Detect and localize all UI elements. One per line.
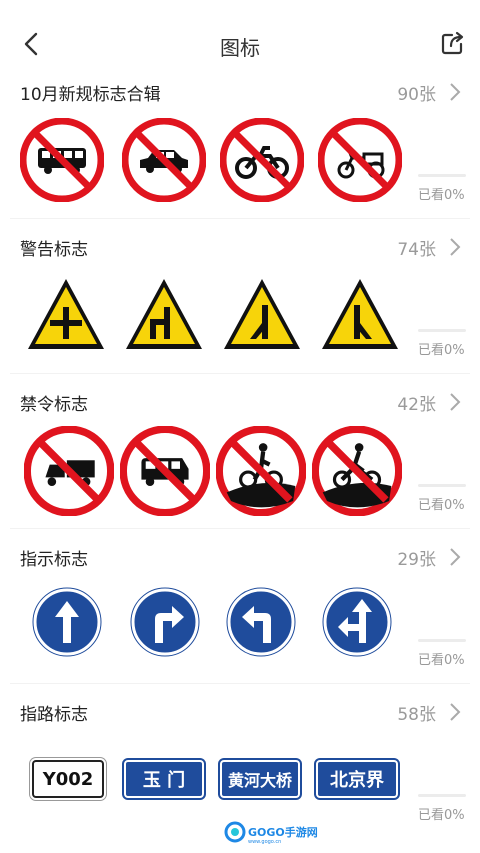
mandatory-straight-icon[interactable] (32, 587, 102, 657)
road-sign-beijing-border[interactable]: 北京界 (316, 760, 398, 798)
chevron-right-icon[interactable] (448, 391, 462, 413)
section-prohibition[interactable]: 禁令标志 42张 已看0% (0, 390, 480, 540)
progress-bar (418, 484, 466, 487)
svg-text:GOGO手游网: GOGO手游网 (248, 825, 318, 839)
progress-bar (418, 794, 466, 797)
chevron-right-icon[interactable] (448, 81, 462, 103)
section-warning[interactable]: 警告标志 74张 已看0% (0, 235, 480, 385)
seen-label: 已看0% (418, 653, 465, 668)
road-sign-huanghe-bridge[interactable]: 黄河大桥 (220, 760, 300, 798)
section-title: 警告标志 (20, 240, 88, 260)
warning-merge-right-icon[interactable] (318, 273, 402, 357)
page-title: 图标 (220, 36, 260, 60)
section-count: 58张 (397, 705, 436, 725)
prohibit-van-icon[interactable] (120, 426, 210, 516)
chevron-right-icon[interactable] (448, 546, 462, 568)
road-sign-yumen[interactable]: 玉 门 (124, 760, 204, 798)
mandatory-turn-right-icon[interactable] (130, 587, 200, 657)
svg-text:www.gogo.cn: www.gogo.cn (248, 839, 281, 844)
share-icon[interactable] (440, 30, 466, 56)
sign-thumbnails (20, 273, 410, 357)
prohibit-pushing-bicycle-icon[interactable] (216, 426, 306, 516)
prohibit-bus-icon[interactable] (20, 118, 104, 202)
progress-bar (418, 639, 466, 642)
seen-label: 已看0% (418, 343, 465, 358)
section-title: 10月新规标志合辑 (20, 85, 161, 105)
divider (10, 683, 470, 684)
seen-label: 已看0% (418, 188, 465, 203)
section-title: 指示标志 (20, 550, 88, 570)
sign-thumbnails (20, 118, 410, 202)
warning-crossroad-icon[interactable] (24, 273, 108, 357)
mandatory-straight-or-left-icon[interactable] (322, 587, 392, 657)
prohibit-riding-bicycle-icon[interactable] (312, 426, 402, 516)
road-sign-y002[interactable]: Y002 (32, 760, 104, 798)
gogo-watermark-logo: GOGO手游网 www.gogo.cn (224, 821, 318, 844)
divider (10, 528, 470, 529)
seen-label: 已看0% (418, 808, 465, 823)
section-count: 74张 (397, 240, 436, 260)
top-bar: 图标 (0, 0, 480, 82)
divider (10, 218, 470, 219)
prohibit-tricycle-truck-icon[interactable] (24, 426, 114, 516)
seen-label: 已看0% (418, 498, 465, 513)
warning-side-road-icon[interactable] (122, 273, 206, 357)
section-count: 90张 (397, 85, 436, 105)
section-count: 42张 (397, 395, 436, 415)
prohibit-car-icon[interactable] (122, 118, 206, 202)
section-title: 指路标志 (20, 705, 88, 725)
prohibit-motorcycle-icon[interactable] (220, 118, 304, 202)
warning-merge-left-icon[interactable] (220, 273, 304, 357)
prohibit-electric-tricycle-icon[interactable] (318, 118, 402, 202)
mandatory-turn-left-icon[interactable] (226, 587, 296, 657)
divider (10, 373, 470, 374)
sign-thumbnails: Y002 玉 门 黄河大桥 北京界 (20, 738, 410, 822)
section-mandatory[interactable]: 指示标志 29张 已看0% (0, 545, 480, 695)
progress-bar (418, 329, 466, 332)
section-new-rules[interactable]: 10月新规标志合辑 90张 已看0% (0, 80, 480, 230)
section-title: 禁令标志 (20, 395, 88, 415)
chevron-right-icon[interactable] (448, 701, 462, 723)
chevron-right-icon[interactable] (448, 236, 462, 258)
sign-thumbnails (20, 583, 410, 667)
progress-bar (418, 174, 466, 177)
sign-thumbnails (20, 426, 410, 516)
section-count: 29张 (397, 550, 436, 570)
